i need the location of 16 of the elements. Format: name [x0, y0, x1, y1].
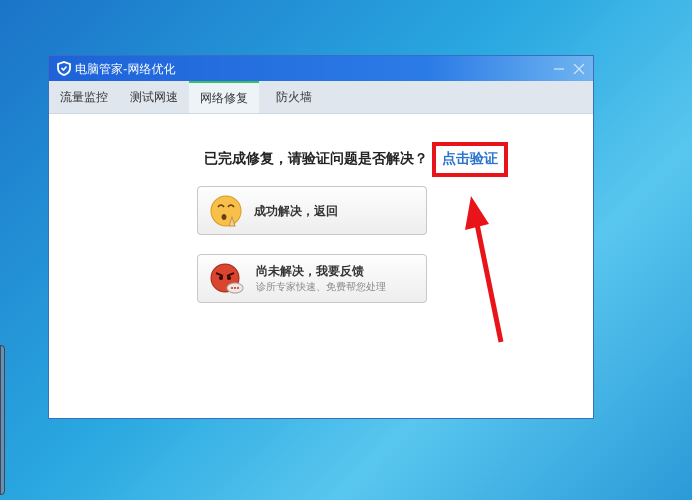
close-icon[interactable]	[573, 62, 585, 74]
prompt-text: 已完成修复，请验证问题是否解决？	[204, 150, 428, 169]
verify-link[interactable]: 点击验证	[442, 149, 498, 170]
option-button[interactable]: 尚未解决，我要反馈 诊所专家快速、免费帮您处理	[197, 254, 427, 303]
option-title: 尚未解决，我要反馈	[256, 263, 365, 280]
option-subtitle: 诊所专家快速、免费帮您处理	[256, 280, 386, 295]
option-button[interactable]: 成功解决，返回	[197, 186, 427, 235]
tab[interactable]: 网络修复	[189, 81, 259, 113]
angry-face-icon	[210, 262, 244, 294]
option-title: 成功解决，返回	[254, 202, 338, 220]
tab[interactable]: 防火墙	[259, 81, 329, 113]
smiley-face-icon	[210, 194, 242, 226]
shield-icon	[57, 61, 71, 76]
window-title: 电脑管家-网络优化	[75, 60, 176, 78]
tab[interactable]: 测试网速	[119, 81, 189, 113]
tab[interactable]: 流量监控	[49, 81, 119, 113]
